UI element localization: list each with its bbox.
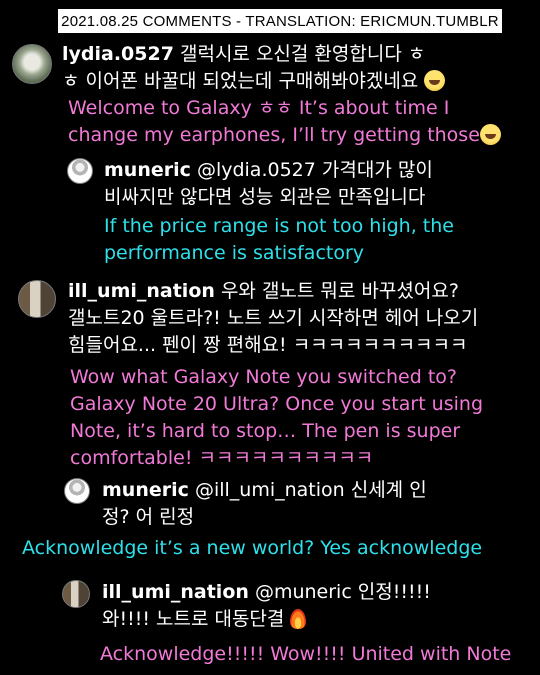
translation: Wow what Galaxy Note you switched to? Ga…: [70, 364, 536, 472]
translation-line: Galaxy Note 20 Ultra? Once you start usi…: [70, 393, 483, 415]
translation-line: comfortable! ㅋㅋㅋㅋㅋㅋㅋㅋㅋㅋ: [70, 447, 374, 469]
comment-text: 와!!!! 노트로 대동단결: [102, 608, 285, 630]
comment-text: 갤럭시로 오신걸 환영합니다 ㅎ: [179, 43, 426, 65]
avatar[interactable]: [64, 478, 90, 504]
comment-body: ill_umi_nation @muneric 인정!!!!! 와!!!! 노트…: [102, 579, 532, 633]
comment-text: 갤노트20 울트라?! 노트 쓰기 시작하면 헤어 나오기: [68, 307, 479, 329]
comment-body: ill_umi_nation 우와 갤노트 뭐로 바꾸셨어요? 갤노트20 울트…: [68, 278, 536, 359]
username[interactable]: muneric: [104, 159, 191, 181]
translation: If the price range is not too high, the …: [104, 213, 534, 267]
username[interactable]: ill_umi_nation: [102, 581, 249, 603]
avatar[interactable]: [18, 280, 56, 318]
translation-line: Acknowledge it’s a new world? Yes acknow…: [22, 537, 483, 559]
translation-line: If the price range is not too high, the: [104, 215, 454, 237]
username[interactable]: lydia.0527: [62, 43, 174, 65]
comment-text: @ill_umi_nation 신세계 인: [194, 479, 427, 501]
translation-line: Acknowledge!!!!! Wow!!!! United with Not…: [100, 643, 512, 665]
comment-body: muneric @lydia.0527 가격대가 많이 비싸지만 않다면 성능 …: [104, 157, 534, 211]
comment-body: lydia.0527 갤럭시로 오신걸 환영합니다 ㅎ ㅎ 이어폰 바꿀대 되었…: [62, 41, 534, 95]
banner-text: 2021.08.25 COMMENTS - TRANSLATION: ERICM…: [61, 12, 499, 30]
avatar[interactable]: [12, 44, 52, 84]
translation: Acknowledge!!!!! Wow!!!! United with Not…: [100, 641, 536, 668]
avatar[interactable]: [62, 580, 90, 608]
comment-text: @muneric 인정!!!!!: [254, 581, 431, 603]
translation: Acknowledge it’s a new world? Yes acknow…: [22, 535, 538, 562]
username[interactable]: ill_umi_nation: [68, 280, 215, 302]
grinning-squinting-face-icon: [424, 70, 446, 91]
username[interactable]: muneric: [102, 479, 189, 501]
comment-text: ㅎ 이어폰 바꿀대 되었는데 구매해봐야겠네요: [62, 70, 419, 92]
comment-text: 힘들어요... 펜이 짱 편해요! ㅋㅋㅋㅋㅋㅋㅋㅋㅋㅋ: [68, 334, 468, 356]
grinning-squinting-face-icon: [479, 124, 501, 145]
comment-text: 비싸지만 않다면 성능 외관은 만족입니다: [104, 186, 426, 208]
translation-line: Wow what Galaxy Note you switched to?: [70, 366, 457, 388]
translation-line: Note, it’s hard to stop… The pen is supe…: [70, 420, 461, 442]
fire-icon: [290, 609, 307, 629]
translation-line: Welcome to Galaxy ㅎㅎ It’s about time I: [68, 97, 450, 119]
comment-text: 정? 어 린정: [102, 506, 195, 528]
translation-line: change my earphones, I’ll try getting th…: [68, 124, 480, 146]
avatar[interactable]: [67, 158, 93, 184]
translation-line: performance is satisfactory: [104, 242, 365, 264]
translation: Welcome to Galaxy ㅎㅎ It’s about time I c…: [68, 95, 538, 149]
comment-text: 우와 갤노트 뭐로 바꾸셨어요?: [220, 280, 459, 302]
comment-text: @lydia.0527 가격대가 많이: [196, 159, 433, 181]
comment-body: muneric @ill_umi_nation 신세계 인 정? 어 린정: [102, 477, 532, 531]
translation-banner: 2021.08.25 COMMENTS - TRANSLATION: ERICM…: [58, 9, 502, 33]
